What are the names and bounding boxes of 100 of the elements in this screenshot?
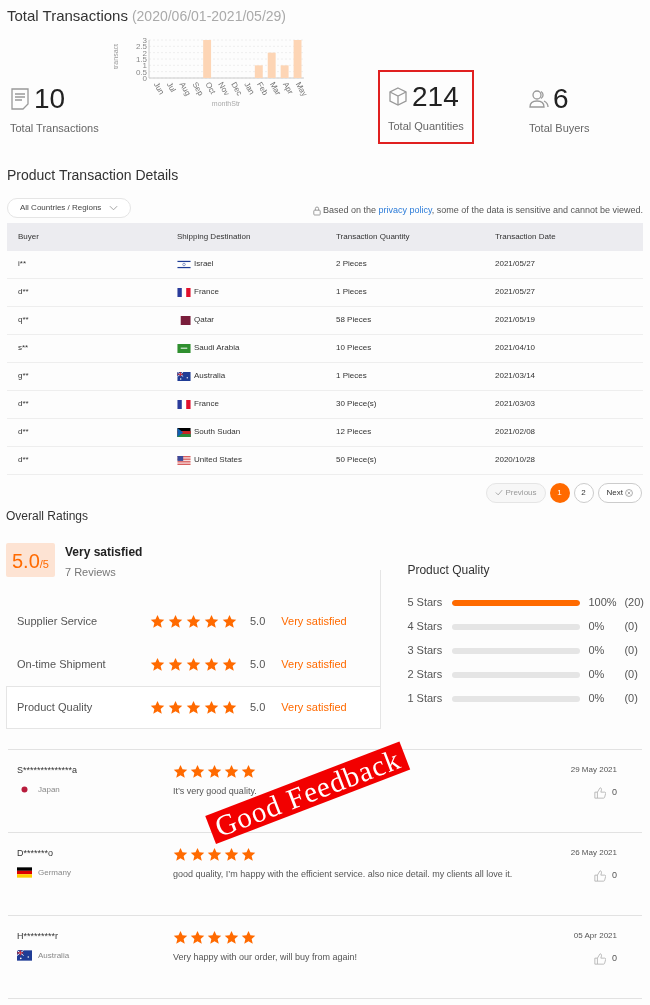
flag-icon — [17, 867, 32, 878]
table-cell-text: 2 Pieces — [335, 258, 368, 270]
table-cell-text: s** — [17, 342, 30, 354]
table-cell: Australia — [194, 370, 226, 382]
stat-label: Total Buyers — [529, 120, 590, 136]
like-count: 0 — [612, 869, 617, 882]
percent: 0% — [588, 667, 606, 683]
table-cell-text: 58 Pieces — [335, 314, 373, 326]
star-icon — [186, 657, 201, 672]
region-dropdown[interactable]: All Countries / Regions — [7, 197, 132, 218]
section-title: Overall Ratings — [6, 507, 90, 525]
aspect-name: Product Quality — [17, 700, 94, 716]
table-cell-text: 2021/02/08 — [494, 426, 537, 438]
star-icon — [222, 700, 237, 715]
tick-label: Jul — [164, 80, 178, 94]
review-text: good quality, I’m happy with the efficient service. also nice detail. my clients all love it. — [173, 868, 514, 881]
bar — [267, 52, 276, 78]
score-value: 5.0 — [12, 548, 40, 574]
tick-label: Jun — [151, 80, 166, 96]
star-icon — [222, 657, 237, 672]
date-range: (2020/06/01-2021/05/29) — [131, 7, 287, 26]
star-icon — [207, 930, 222, 945]
section-title: Product Transaction Details — [7, 165, 180, 185]
document-icon — [10, 87, 30, 110]
aspect-name: Supplier Service — [17, 614, 99, 630]
thumbs-up-icon[interactable] — [594, 786, 606, 799]
thumbs-up-icon[interactable] — [594, 869, 606, 882]
star-label: 5 Stars — [407, 595, 444, 611]
aspect-verdict: Very satisfied — [281, 700, 347, 716]
star-icon — [224, 764, 239, 779]
percent: 0% — [588, 643, 606, 659]
count: (0) — [624, 619, 638, 635]
stat-label: Total Quantities — [388, 118, 464, 134]
star-icon — [241, 764, 256, 779]
review-date: 29 May 2021 — [570, 764, 617, 776]
score-scale: /5 — [39, 557, 49, 572]
tick-label: Nov — [215, 80, 231, 97]
page-button[interactable]: 2 — [573, 482, 594, 503]
bar — [254, 64, 263, 78]
table-cell-text: g** — [17, 370, 30, 382]
aspect-verdict: Very satisfied — [281, 657, 347, 673]
table-cell-text: 1 Pieces — [335, 370, 368, 382]
table-cell: Israel — [194, 258, 214, 270]
aspect-score: 5.0 — [250, 657, 266, 673]
star-label: 3 Stars — [407, 643, 444, 659]
star-icon — [204, 614, 219, 629]
count: (20) — [624, 595, 644, 611]
flag-icon — [17, 950, 32, 961]
table-cell: South Sudan — [194, 426, 241, 438]
reviewer-country: Germany — [38, 866, 71, 879]
reviewer-country: Japan — [38, 783, 60, 796]
chevron-down-icon — [109, 204, 119, 211]
star-label: 2 Stars — [407, 667, 444, 683]
percent: 0% — [588, 691, 606, 707]
star-icon — [204, 657, 219, 672]
tick-label: 0.5 — [135, 67, 147, 77]
bar — [202, 39, 211, 78]
reviewer-country: Australia — [38, 949, 70, 962]
reviewer-name: D*******o — [17, 847, 55, 860]
table-cell-text: d** — [17, 398, 30, 410]
star-icon — [204, 700, 219, 715]
next-button[interactable]: Next — [597, 482, 642, 503]
privacy-link[interactable]: privacy policy — [378, 205, 432, 215]
table-cell: Qatar — [194, 314, 214, 326]
aspect-verdict: Very satisfied — [281, 614, 347, 630]
aspect-name: On-time Shipment — [17, 657, 107, 673]
tick-label: Jan — [241, 80, 257, 96]
star-label: 4 Stars — [407, 619, 444, 635]
table-cell-text: 10 Pieces — [335, 342, 373, 354]
reviewer-name: S**************a — [17, 764, 79, 777]
review-date: 05 Apr 2021 — [573, 930, 617, 942]
flag-icon — [177, 287, 191, 297]
bar — [280, 64, 289, 78]
star-icon — [150, 657, 165, 672]
table-cell: United States — [194, 454, 243, 466]
thumbs-up-icon[interactable] — [594, 952, 606, 965]
stat-label: Total Transactions — [10, 120, 99, 136]
like-count: 0 — [612, 786, 617, 799]
star-icon — [241, 847, 256, 862]
flag-icon — [177, 343, 191, 353]
check-icon — [495, 489, 504, 496]
count: (0) — [624, 691, 638, 707]
percent: 100% — [588, 595, 618, 611]
table-cell-text: 2021/05/27 — [494, 258, 537, 270]
table-cell-text: 2021/05/27 — [494, 286, 537, 298]
count: (0) — [624, 643, 638, 659]
star-icon — [168, 657, 183, 672]
star-icon — [190, 930, 205, 945]
lock-icon — [312, 205, 321, 216]
box-icon — [388, 85, 408, 108]
table-cell-text: 1 Pieces — [335, 286, 368, 298]
table-cell-text: d** — [17, 454, 30, 466]
tick-label: Mar — [267, 80, 283, 97]
star-icon — [150, 700, 165, 715]
stat-value: 214 — [412, 79, 459, 114]
star-icon — [173, 764, 188, 779]
review-count: 7 Reviews — [65, 564, 117, 580]
star-icon — [190, 847, 205, 862]
tick-label: Oct — [203, 80, 218, 96]
star-icon — [186, 614, 201, 629]
